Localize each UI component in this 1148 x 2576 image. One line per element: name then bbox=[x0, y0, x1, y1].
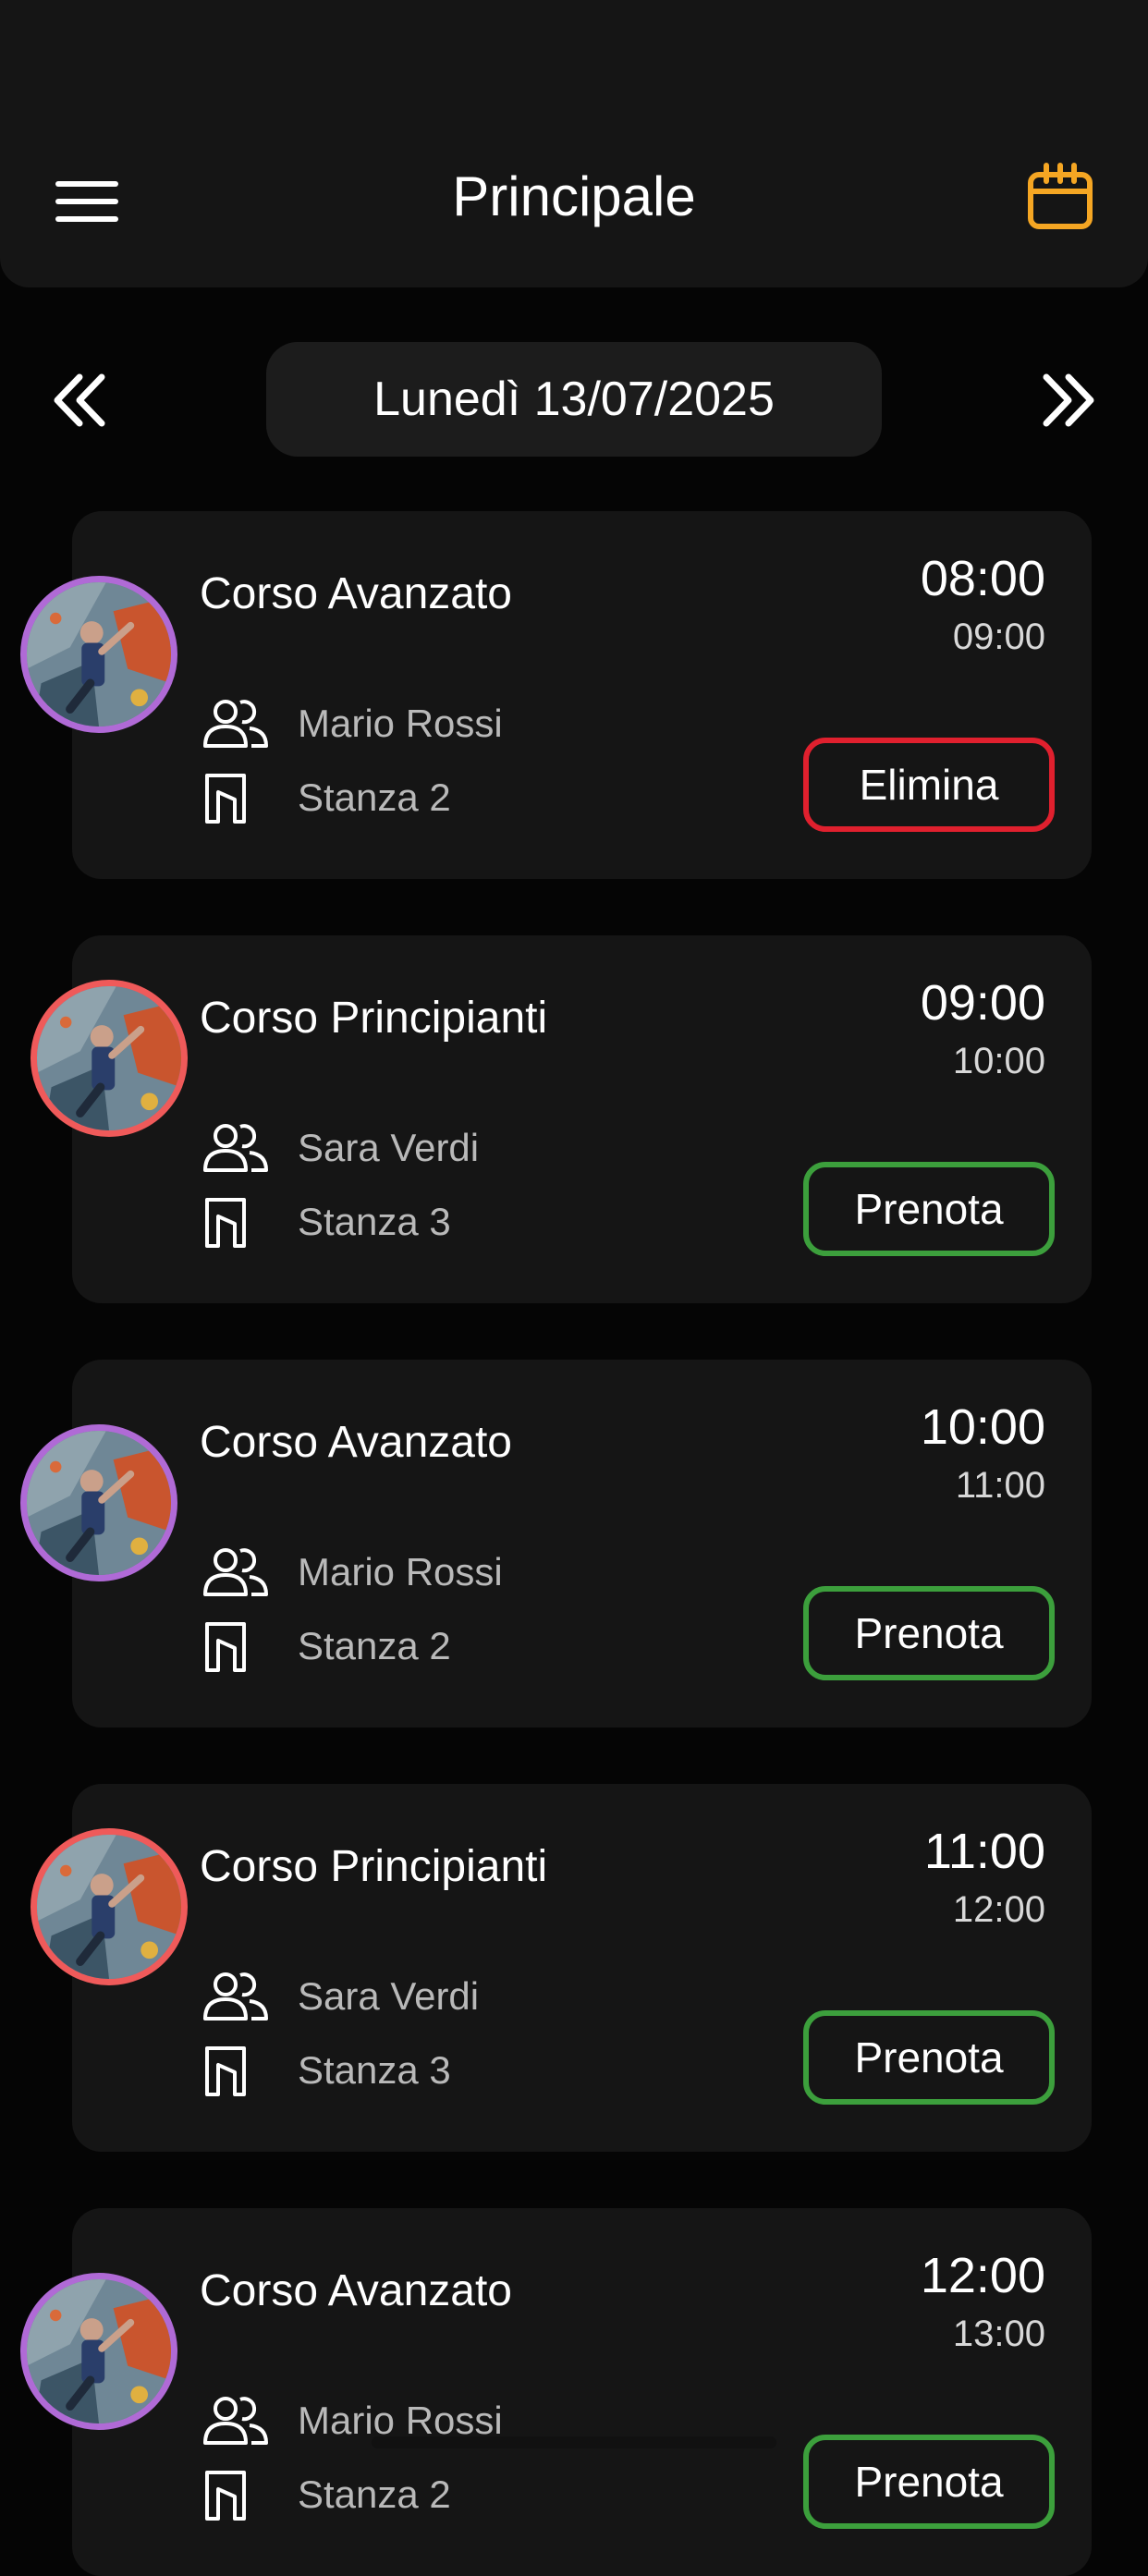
start-time: 11:00 bbox=[923, 1824, 1045, 1879]
book-button[interactable]: Prenota bbox=[803, 1586, 1055, 1680]
room-row: Stanza 2 bbox=[200, 1618, 451, 1674]
end-time: 12:00 bbox=[952, 1889, 1045, 1930]
end-time: 10:00 bbox=[952, 1041, 1045, 1081]
page-title: Principale bbox=[452, 165, 696, 227]
lesson-card[interactable]: Corso Avanzato 08:00 09:00 Mario Rossi S… bbox=[20, 511, 1092, 879]
start-time: 12:00 bbox=[920, 2248, 1045, 2303]
instructor-name: Mario Rossi bbox=[298, 1550, 503, 1593]
room-name: Stanza 2 bbox=[298, 775, 451, 819]
door-icon bbox=[200, 770, 270, 825]
start-time: 10:00 bbox=[920, 1399, 1045, 1455]
users-icon bbox=[200, 1544, 270, 1600]
lesson-card[interactable]: Corso Avanzato 10:00 11:00 Mario Rossi S… bbox=[20, 1360, 1092, 1728]
room-row: Stanza 2 bbox=[200, 770, 451, 825]
room-name: Stanza 3 bbox=[298, 2048, 451, 2092]
room-name: Stanza 2 bbox=[298, 2472, 451, 2516]
start-time: 09:00 bbox=[920, 975, 1045, 1031]
lesson-avatar bbox=[20, 576, 177, 733]
course-title: Corso Principianti bbox=[200, 1842, 548, 1891]
room-row: Stanza 3 bbox=[200, 2043, 451, 2098]
current-date[interactable]: Lunedì 13/07/2025 bbox=[266, 342, 882, 457]
lesson-avatar bbox=[31, 980, 188, 1137]
double-chevron-right-icon[interactable] bbox=[1035, 368, 1100, 433]
home-indicator bbox=[372, 2436, 776, 2448]
instructor-name: Sara Verdi bbox=[298, 1126, 480, 1169]
users-icon bbox=[200, 1120, 270, 1176]
room-name: Stanza 2 bbox=[298, 1624, 451, 1667]
app-header: Principale bbox=[0, 0, 1148, 287]
users-icon bbox=[200, 1969, 270, 2024]
end-time: 11:00 bbox=[955, 1465, 1045, 1506]
lesson-card[interactable]: Corso Avanzato 12:00 13:00 Mario Rossi S… bbox=[20, 2208, 1092, 2576]
room-row: Stanza 2 bbox=[200, 2467, 451, 2522]
end-time: 09:00 bbox=[952, 617, 1045, 657]
door-icon bbox=[200, 1194, 270, 1250]
door-icon bbox=[200, 2043, 270, 2098]
lesson-avatar bbox=[20, 2273, 177, 2430]
end-time: 13:00 bbox=[952, 2314, 1045, 2354]
book-button[interactable]: Prenota bbox=[803, 1162, 1055, 1256]
instructor-row: Sara Verdi bbox=[200, 1969, 479, 2024]
double-chevron-left-icon[interactable] bbox=[48, 368, 113, 433]
lesson-card[interactable]: Corso Principianti 09:00 10:00 Sara Verd… bbox=[31, 935, 1092, 1303]
users-icon bbox=[200, 2393, 270, 2448]
room-row: Stanza 3 bbox=[200, 1194, 451, 1250]
users-icon bbox=[200, 696, 270, 751]
course-title: Corso Avanzato bbox=[200, 2266, 512, 2315]
book-button[interactable]: Prenota bbox=[803, 2435, 1055, 2529]
book-button[interactable]: Prenota bbox=[803, 2010, 1055, 2105]
delete-button[interactable]: Elimina bbox=[803, 738, 1055, 832]
course-title: Corso Avanzato bbox=[200, 569, 512, 618]
course-title: Corso Principianti bbox=[200, 994, 548, 1043]
start-time: 08:00 bbox=[920, 551, 1045, 606]
calendar-icon[interactable] bbox=[1026, 163, 1094, 231]
door-icon bbox=[200, 1618, 270, 1674]
instructor-row: Sara Verdi bbox=[200, 1120, 479, 1176]
course-title: Corso Avanzato bbox=[200, 1418, 512, 1467]
instructor-name: Mario Rossi bbox=[298, 702, 503, 745]
lesson-avatar bbox=[20, 1424, 177, 1581]
lesson-card[interactable]: Corso Principianti 11:00 12:00 Sara Verd… bbox=[31, 1784, 1092, 2152]
instructor-row: Mario Rossi bbox=[200, 696, 503, 751]
lesson-avatar bbox=[31, 1828, 188, 1985]
instructor-name: Sara Verdi bbox=[298, 1974, 480, 2018]
door-icon bbox=[200, 2467, 270, 2522]
room-name: Stanza 3 bbox=[298, 1200, 451, 1243]
instructor-row: Mario Rossi bbox=[200, 1544, 503, 1600]
date-navigator: Lunedì 13/07/2025 bbox=[0, 342, 1148, 457]
